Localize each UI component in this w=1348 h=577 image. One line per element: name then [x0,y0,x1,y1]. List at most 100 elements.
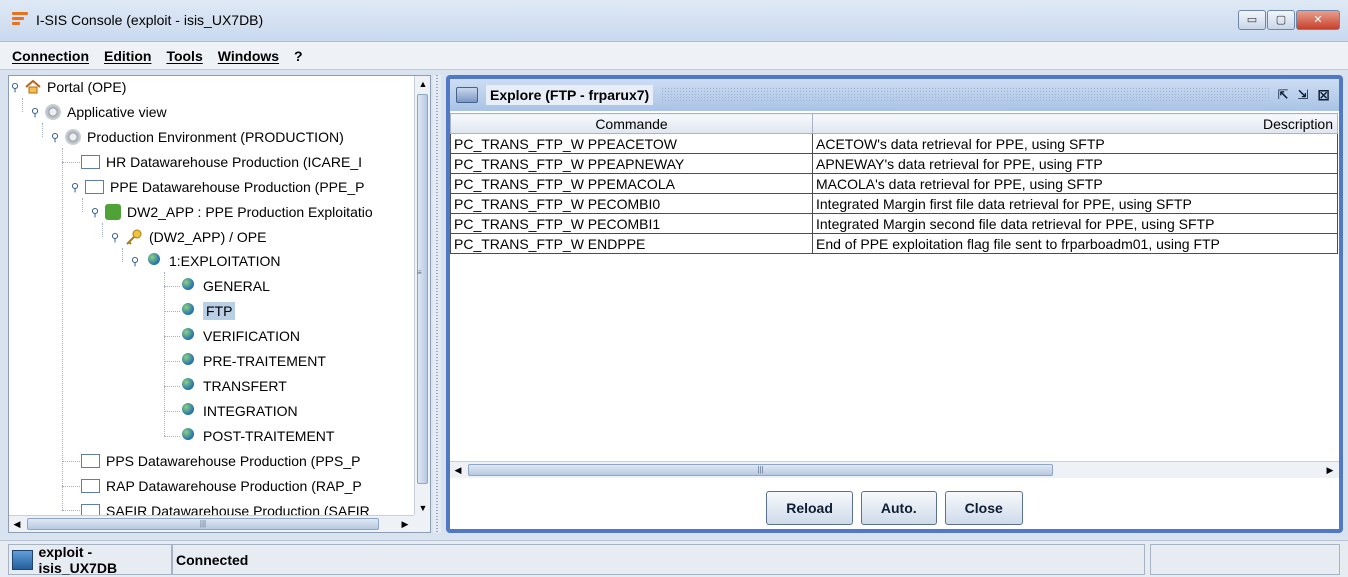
close-window-button[interactable]: ✕ [1296,10,1340,30]
scroll-right-icon[interactable]: ▶ [397,516,413,532]
restore-frame-button[interactable]: ⇱ [1278,87,1289,103]
table-cell-description[interactable]: Integrated Margin first file data retrie… [812,193,1338,214]
maximize-frame-button[interactable]: ⇲ [1298,87,1309,103]
tree-node-production-environment[interactable]: ⚲ Production Environment (PRODUCTION) [51,126,344,148]
expand-toggle-icon[interactable]: ⚲ [71,181,81,194]
minimize-button[interactable]: ▭ [1238,10,1266,30]
table-cell-description[interactable]: APNEWAY's data retrieval for PPE, using … [812,153,1338,174]
scroll-left-icon[interactable]: ◀ [9,516,25,532]
tree-node-integration[interactable]: INTEGRATION [179,400,298,422]
status-extra-cell [1150,544,1340,575]
menu-tools[interactable]: Tools [166,48,202,64]
tree-node-ppe-datawarehouse[interactable]: ⚲ PPE Datawarehouse Production (PPE_P [71,176,364,198]
tree-node-ftp[interactable]: FTP [179,300,236,322]
table-cell-description[interactable]: ACETOW's data retrieval for PPE, using S… [812,133,1338,154]
close-button[interactable]: Close [944,491,1023,525]
tree-node-label: INTEGRATION [203,403,298,419]
maximize-button[interactable]: ▢ [1267,10,1295,30]
tree-node-safir-datawarehouse[interactable]: SAFIR Datawarehouse Production (SAFIR [81,500,370,516]
table-row[interactable]: PC_TRANS_FTP_W PPEAPNEWAY APNEWAY's data… [450,153,1338,174]
table-cell-commande[interactable]: PC_TRANS_FTP_W PECOMBI0 [450,193,813,214]
tree-node-label: PPS Datawarehouse Production (PPS_P [106,453,361,469]
tree-node-general[interactable]: GENERAL [179,275,270,297]
explore-frame-title-bar[interactable]: Explore (FTP - frparux7) ⇱ ⇲ ⊠ [450,79,1339,111]
scroll-thumb[interactable]: ||| [468,464,1053,476]
explore-button-row: Reload Auto. Close [450,491,1339,525]
document-icon [81,479,100,493]
explore-frame: Explore (FTP - frparux7) ⇱ ⇲ ⊠ Commande … [446,75,1343,533]
close-frame-button[interactable]: ⊠ [1317,86,1330,104]
table-row[interactable]: PC_TRANS_FTP_W PPEACETOW ACETOW's data r… [450,133,1338,154]
tree-node-dw2-app-ope[interactable]: ⚲ (DW2_APP) / OPE [111,226,266,248]
commands-table: Commande Description PC_TRANS_FTP_W PPEA… [450,113,1338,254]
tree-node-applicative-view[interactable]: ⚲ Applicative view [31,101,167,123]
globe-icon [179,328,197,344]
expand-toggle-icon[interactable]: ⚲ [91,206,101,219]
table-horizontal-scrollbar[interactable]: ◀ ||| ▶ [450,461,1339,478]
app-logo-icon [12,12,28,28]
table-cell-commande[interactable]: PC_TRANS_FTP_W ENDPPE [450,233,813,254]
tree-node-transfert[interactable]: TRANSFERT [179,375,287,397]
scroll-corner [414,515,430,532]
tree-node-portal[interactable]: ⚲ Portal (OPE) [11,76,126,98]
tree-node-exploitation[interactable]: ⚲ 1:EXPLOITATION [131,250,281,272]
table-row[interactable]: PC_TRANS_FTP_W PECOMBI1 Integrated Margi… [450,213,1338,234]
tree-vertical-scrollbar[interactable]: ▲ ≡ ▼ [414,76,430,516]
menu-bar: Connection Edition Tools Windows ? [0,42,1348,70]
tree-node-rap-datawarehouse[interactable]: RAP Datawarehouse Production (RAP_P [81,475,362,497]
tree-node-pre-traitement[interactable]: PRE-TRAITEMENT [179,350,326,372]
column-header-description[interactable]: Description [812,113,1338,134]
table-row[interactable]: PC_TRANS_FTP_W ENDPPE End of PPE exploit… [450,233,1338,254]
tree-node-pps-datawarehouse[interactable]: PPS Datawarehouse Production (PPS_P [81,450,360,472]
table-cell-commande[interactable]: PC_TRANS_FTP_W PPEAPNEWAY [450,153,813,174]
expand-toggle-icon[interactable]: ⚲ [11,81,21,94]
reload-button[interactable]: Reload [766,491,853,525]
network-computer-icon [12,549,34,570]
tree-node-hr-datawarehouse[interactable]: HR Datawarehouse Production (ICARE_I [81,151,362,173]
menu-edition[interactable]: Edition [104,48,151,64]
auto-button[interactable]: Auto. [860,491,937,525]
globe-icon [179,428,197,444]
tree-node-label: Production Environment (PRODUCTION) [87,129,344,145]
navigation-tree-panel: ⚲ Portal (OPE) ⚲ Applicative view ⚲ Prod… [8,75,431,533]
menu-connection[interactable]: Connection [12,48,89,64]
table-cell-commande[interactable]: PC_TRANS_FTP_W PECOMBI1 [450,213,813,234]
scroll-thumb[interactable] [417,94,428,484]
panel-splitter[interactable] [433,75,441,533]
expand-toggle-icon[interactable]: ⚲ [51,131,61,144]
status-connection-cell: exploit - isis_UX7DB [8,544,172,576]
menu-help[interactable]: ? [294,48,303,64]
expand-toggle-icon[interactable]: ⚲ [31,106,41,119]
table-cell-commande[interactable]: PC_TRANS_FTP_W PPEMACOLA [450,173,813,194]
expand-toggle-icon[interactable]: ⚲ [111,231,121,244]
table-cell-description[interactable]: Integrated Margin second file data retri… [812,213,1338,234]
home-icon [25,79,41,94]
table-cell-description[interactable]: End of PPE exploitation flag file sent t… [812,233,1338,254]
title-bar-texture [661,87,1270,103]
tree-node-label: DW2_APP : PPE Production Exploitatio [127,204,373,220]
tree-node-post-traitement[interactable]: POST-TRAITEMENT [179,425,334,447]
key-icon [125,229,143,245]
table-cell-description[interactable]: MACOLA's data retrieval for PPE, using S… [812,173,1338,194]
tree-node-verification[interactable]: VERIFICATION [179,325,300,347]
scroll-thumb[interactable]: ||| [27,518,379,530]
tree-node-dw2-app[interactable]: ⚲ DW2_APP : PPE Production Exploitatio [91,201,373,223]
tree-node-label: VERIFICATION [203,328,300,344]
column-header-commande[interactable]: Commande [450,113,813,134]
menu-windows[interactable]: Windows [218,48,279,64]
scroll-down-icon[interactable]: ▼ [415,500,430,516]
window-title-bar: I-SIS Console (exploit - isis_UX7DB) ▭ ▢… [0,0,1348,42]
globe-icon [179,403,197,419]
table-row[interactable]: PC_TRANS_FTP_W PPEMACOLA MACOLA's data r… [450,173,1338,194]
tree-node-label: PRE-TRAITEMENT [203,353,326,369]
tree-horizontal-scrollbar[interactable]: ◀ ||| ▶ [9,515,415,532]
scroll-left-icon[interactable]: ◀ [450,462,466,478]
expand-toggle-icon[interactable]: ⚲ [131,255,141,268]
puzzle-icon [105,204,121,220]
scroll-up-icon[interactable]: ▲ [415,76,430,92]
status-message-cell: Connected [172,544,1145,575]
table-cell-commande[interactable]: PC_TRANS_FTP_W PPEACETOW [450,133,813,154]
scroll-right-icon[interactable]: ▶ [1322,462,1338,478]
document-icon [81,155,100,169]
table-row[interactable]: PC_TRANS_FTP_W PECOMBI0 Integrated Margi… [450,193,1338,214]
